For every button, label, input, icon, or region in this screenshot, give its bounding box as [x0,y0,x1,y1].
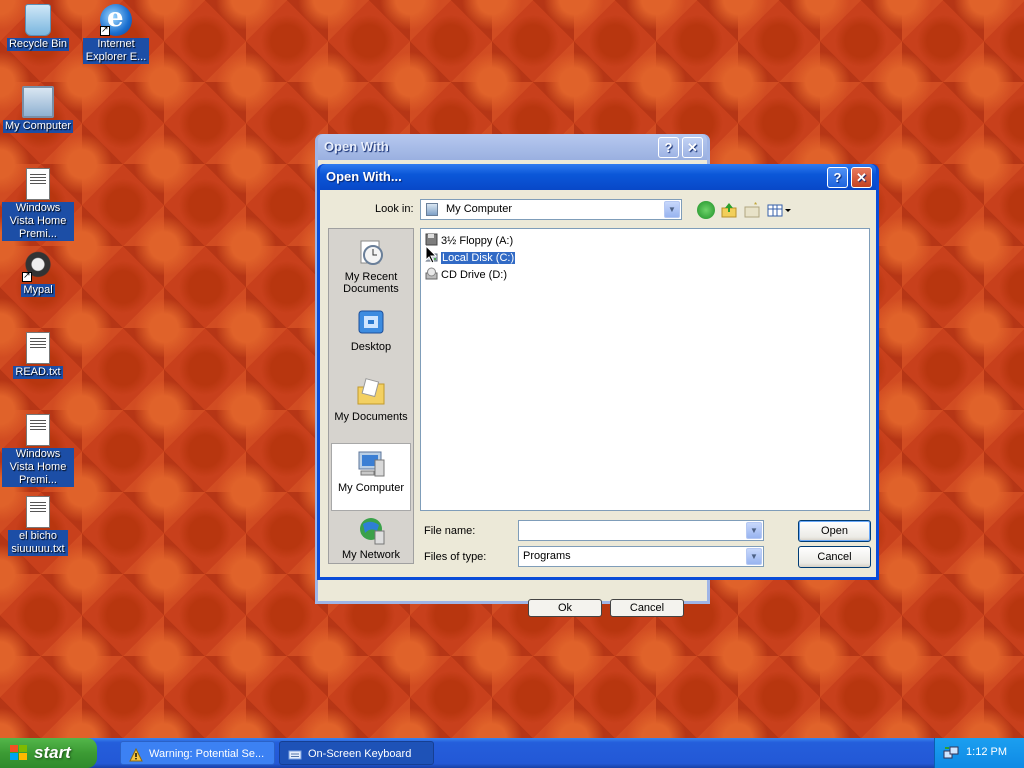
desktop-icon-el-bicho[interactable]: el bicho siuuuuu.txt [0,496,76,556]
file-name-input[interactable]: ▼ [518,520,764,541]
folder-icon [355,377,387,409]
dialog-titlebar[interactable]: Open With... ? ✕ [320,164,876,190]
chevron-down-icon[interactable]: ▼ [664,201,680,218]
open-with-file-dialog: Open With... ? ✕ Look in: My Computer ▼ … [317,164,879,580]
file-list-item[interactable]: CD Drive (D:) [425,267,507,282]
places-recent-documents[interactable]: My Recent Documents [331,233,411,301]
close-button[interactable]: ✕ [682,137,703,158]
globe-icon [355,515,387,547]
open-button[interactable]: Open [798,520,871,542]
clock[interactable]: 1:12 PM [966,746,1007,758]
windows-logo-icon [10,745,28,761]
dialog-body: Look in: My Computer ▼ * My Recent Docum… [320,190,876,577]
desktop-icon-label: READ.txt [13,366,63,379]
desktop-icon-windows-vista-2[interactable]: Windows Vista Home Premi... [0,414,76,487]
recycle-bin-icon [25,4,51,36]
places-label: My Recent Documents [343,271,399,295]
look-in-value: My Computer [446,203,513,215]
keyboard-icon [288,747,302,761]
document-icon [26,414,50,446]
desktop-icon-windows-vista-1[interactable]: Windows Vista Home Premi... [0,168,76,241]
desktop-icon-label: Windows Vista Home Premi... [2,448,74,487]
places-desktop[interactable]: Desktop [331,303,411,371]
text-file-icon [26,332,50,364]
places-label: Desktop [350,341,392,353]
desktop-icon-read-txt[interactable]: READ.txt [0,332,76,379]
look-in-dropdown[interactable]: My Computer ▼ [420,199,682,220]
desktop-icon-label: My Computer [2,120,74,133]
places-my-network[interactable]: My Network [331,513,411,563]
desktop-icon-label: Windows Vista Home Premi... [2,202,74,241]
clock-icon [355,237,387,269]
look-in-label: Look in: [375,203,414,215]
chevron-down-icon[interactable]: ▼ [746,548,762,565]
desktop-icon-recycle-bin[interactable]: Recycle Bin [0,4,76,51]
system-tray: 1:12 PM [934,738,1024,768]
document-icon [26,168,50,200]
taskbar-button-label: On-Screen Keyboard [308,748,412,760]
taskbar-button-warning[interactable]: Warning: Potential Se... [120,741,275,765]
cancel-button[interactable]: Cancel [798,546,871,568]
desktop-icon-label: Recycle Bin [6,38,70,51]
svg-text:*: * [754,201,757,210]
close-button[interactable]: ✕ [851,167,872,188]
up-folder-icon[interactable] [720,201,738,219]
desktop-icon-label: Mypal [21,284,55,297]
places-my-documents[interactable]: My Documents [331,373,411,441]
ok-button[interactable]: Ok [528,599,602,617]
chevron-down-icon[interactable]: ▼ [746,522,762,539]
start-button[interactable]: start [0,738,97,768]
warning-icon [129,747,143,762]
files-of-type-value: Programs [523,550,571,562]
help-button[interactable]: ? [827,167,848,188]
text-file-icon [26,496,50,528]
window-title: Open With [324,139,389,154]
places-label: My Computer [337,482,405,494]
new-folder-icon[interactable]: * [743,201,761,219]
desktop-icon-internet-explorer[interactable]: Internet Explorer E... [78,3,154,64]
network-icon[interactable] [943,745,959,761]
mouse-cursor-icon [425,245,438,264]
desktop-icon-label: Internet Explorer E... [83,38,149,64]
dialog-title: Open With... [326,169,402,184]
taskbar-button-on-screen-keyboard[interactable]: On-Screen Keyboard [279,741,434,765]
taskbar-button-label: Warning: Potential Se... [149,748,265,760]
file-name: CD Drive (D:) [441,269,507,281]
file-name-label: File name: [424,525,476,537]
file-name: Local Disk (C:) [439,251,517,265]
window-titlebar[interactable]: Open With ? ✕ [318,134,707,160]
computer-icon [426,203,438,216]
help-button[interactable]: ? [658,137,679,158]
start-label: start [34,743,71,762]
places-label: My Documents [334,411,408,423]
files-of-type-dropdown[interactable]: Programs ▼ [518,546,764,567]
taskbar: start Warning: Potential Se... On-Screen… [0,738,1024,768]
desktop-icon-my-computer[interactable]: My Computer [0,86,76,133]
places-bar: My Recent Documents Desktop My Documents… [328,228,414,564]
places-my-computer[interactable]: My Computer [331,443,411,511]
cancel-button[interactable]: Cancel [610,599,684,617]
back-icon[interactable] [697,201,715,219]
desktop-icon-label: el bicho siuuuuu.txt [8,530,68,556]
computer-icon [355,448,387,480]
mypal-icon [22,250,54,282]
desktop-icon-mypal[interactable]: Mypal [0,250,76,297]
file-name: 3½ Floppy (A:) [441,235,514,247]
computer-icon [22,86,54,118]
internet-explorer-icon [100,3,132,36]
file-list[interactable]: 3½ Floppy (A:) Local Disk (C:) CD Drive … [420,228,870,511]
cd-drive-icon [425,267,438,280]
places-label: My Network [341,549,401,561]
desktop-icon [355,307,387,339]
files-of-type-label: Files of type: [424,551,487,563]
view-menu-icon[interactable] [766,201,792,219]
